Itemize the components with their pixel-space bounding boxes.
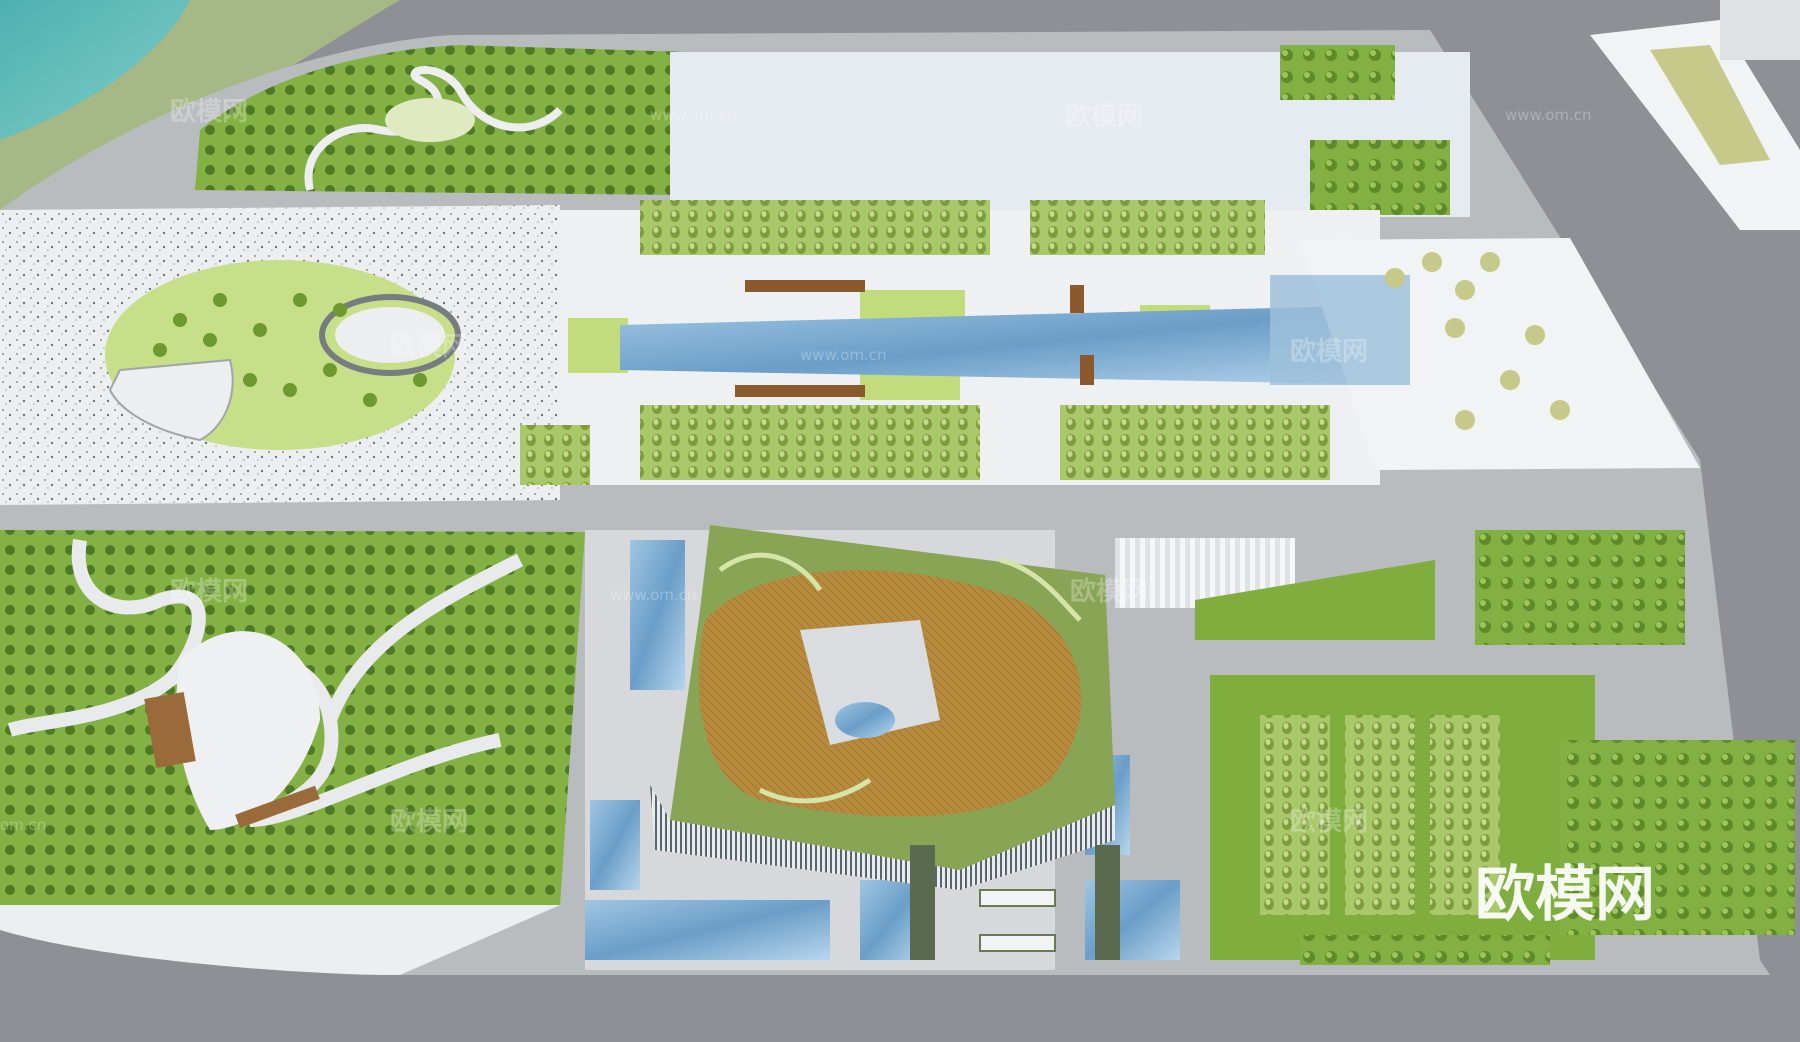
top-left-park-pond bbox=[385, 98, 475, 142]
watermark-url-1: www.om.cn bbox=[650, 106, 737, 124]
courtyard-pool bbox=[835, 702, 895, 738]
pavilion-north bbox=[745, 280, 865, 292]
pool-west-2 bbox=[590, 800, 640, 890]
watermark-brand-1: 欧模网 bbox=[170, 96, 248, 127]
watermark-brand-4: 欧模网 bbox=[1290, 336, 1368, 367]
tower-south-east bbox=[1095, 845, 1120, 960]
watermark-url-5: www.om.cn bbox=[610, 586, 697, 604]
pavilion-east bbox=[1070, 285, 1084, 313]
grove-sw bbox=[640, 405, 980, 480]
watermark-brand-8: 欧模网 bbox=[1290, 806, 1368, 837]
upper-right-grove-1 bbox=[1280, 45, 1395, 100]
grove-west-column bbox=[520, 425, 590, 485]
orchard-south-strip bbox=[1300, 935, 1550, 965]
watermark-url-2: www.om.cn bbox=[1505, 106, 1592, 124]
grove-ne bbox=[1030, 200, 1265, 255]
watermark-brand-6: 欧模网 bbox=[1070, 576, 1148, 607]
watermark-big: 欧模网 bbox=[1475, 860, 1655, 930]
upper-right-grove-2 bbox=[1310, 140, 1450, 215]
pavilion-south bbox=[735, 385, 865, 397]
site-plan-rendering: 欧模网 www.om.cn 欧模网 www.om.cn 欧模网 www.om.c… bbox=[0, 0, 1800, 1042]
tower-south-west bbox=[910, 845, 935, 960]
top-right-building-tower bbox=[1720, 0, 1800, 60]
watermark-url-4: om.cn bbox=[0, 336, 46, 354]
watermark-brand-2: 欧模网 bbox=[1065, 101, 1143, 132]
lawn-strip-w bbox=[568, 318, 628, 373]
grove-se bbox=[1060, 405, 1330, 480]
watermark-brand-3: 欧模网 bbox=[390, 331, 468, 362]
watermark-brand-7: 欧模网 bbox=[390, 806, 468, 837]
pool-west-1 bbox=[630, 540, 685, 690]
east-building-glass bbox=[1270, 275, 1410, 385]
pool-south-1 bbox=[585, 900, 830, 960]
grove-nw bbox=[640, 200, 990, 255]
watermark-brand-5: 欧模网 bbox=[170, 576, 248, 607]
watermark-url-7: om.cn bbox=[0, 816, 46, 834]
orchard-north bbox=[1475, 530, 1685, 645]
pavilion-east-2 bbox=[1080, 355, 1094, 385]
watermark-url-3: www.om.cn bbox=[800, 346, 887, 364]
